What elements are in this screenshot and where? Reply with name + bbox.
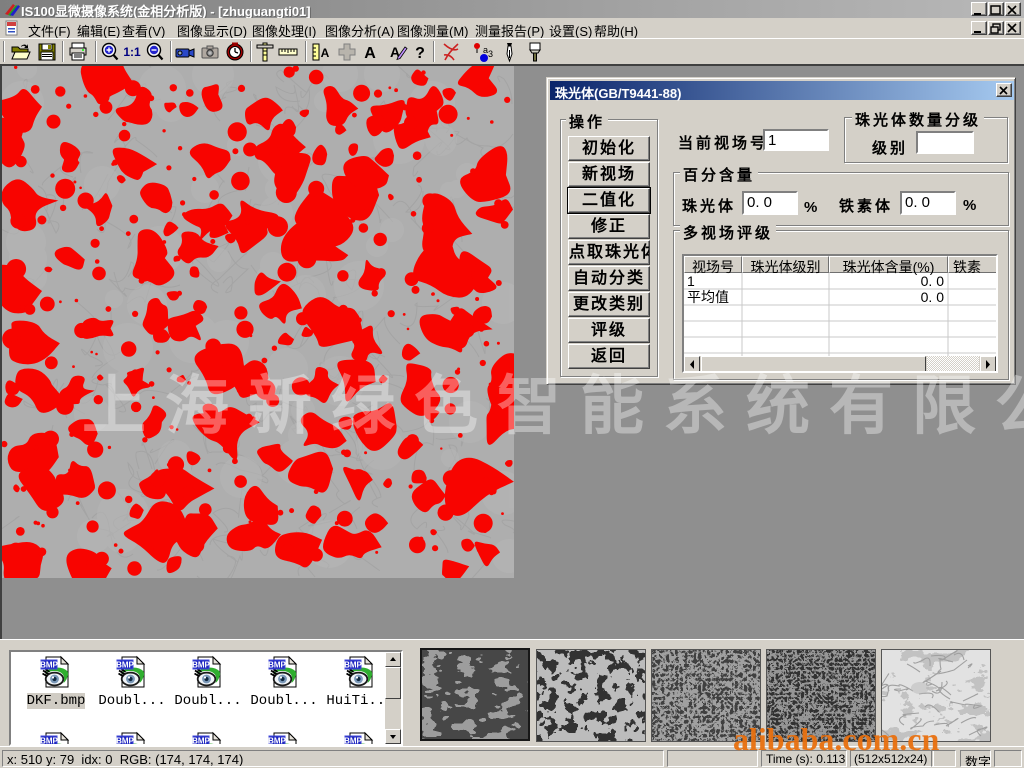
svg-text:BMP: BMP bbox=[40, 737, 58, 746]
svg-text:?: ? bbox=[415, 45, 425, 62]
svg-text:BMP: BMP bbox=[268, 661, 286, 670]
svg-text:3: 3 bbox=[488, 49, 493, 59]
svg-text:A: A bbox=[321, 46, 330, 60]
svg-text:BMP: BMP bbox=[116, 661, 134, 670]
svg-text:BMP: BMP bbox=[192, 737, 210, 746]
svg-text:BMP: BMP bbox=[116, 737, 134, 746]
svg-text:A: A bbox=[364, 45, 376, 62]
svg-text:0. 0: 0. 0 bbox=[921, 273, 945, 289]
svg-text:BMP: BMP bbox=[344, 737, 362, 746]
svg-text:BMP: BMP bbox=[268, 737, 286, 746]
svg-text:BMP: BMP bbox=[40, 661, 58, 670]
svg-text:平均值: 平均值 bbox=[687, 289, 729, 305]
svg-text:0. 0: 0. 0 bbox=[921, 289, 945, 305]
svg-text:1: 1 bbox=[687, 273, 695, 289]
svg-text:BMP: BMP bbox=[344, 661, 362, 670]
svg-text:1:1: 1:1 bbox=[123, 45, 141, 59]
svg-text:BMP: BMP bbox=[192, 661, 210, 670]
